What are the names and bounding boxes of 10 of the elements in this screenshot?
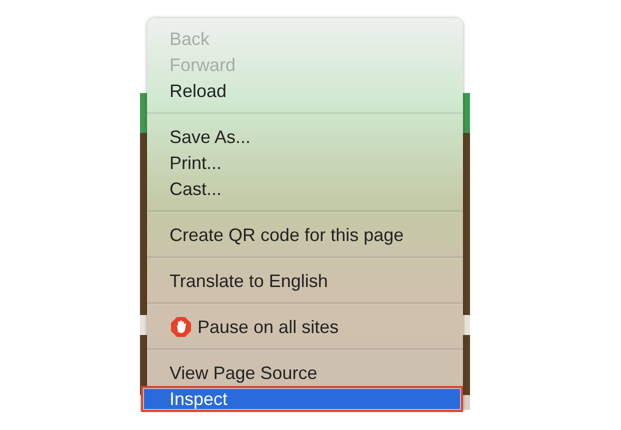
menu-item[interactable]: Print... xyxy=(146,150,462,176)
menu-item[interactable]: Save As... xyxy=(146,124,462,150)
menu-item[interactable]: View Page Source xyxy=(146,360,462,386)
menu-item[interactable]: Inspect xyxy=(140,386,462,412)
stop-hand-icon xyxy=(170,316,192,338)
menu-item[interactable]: Translate to English xyxy=(146,268,462,294)
menu-item[interactable]: Reload xyxy=(146,78,462,104)
menu-item[interactable]: Pause on all sites xyxy=(146,314,462,340)
menu-item[interactable]: Create QR code for this page xyxy=(146,222,462,248)
menu-item[interactable]: Cast... xyxy=(146,176,462,202)
